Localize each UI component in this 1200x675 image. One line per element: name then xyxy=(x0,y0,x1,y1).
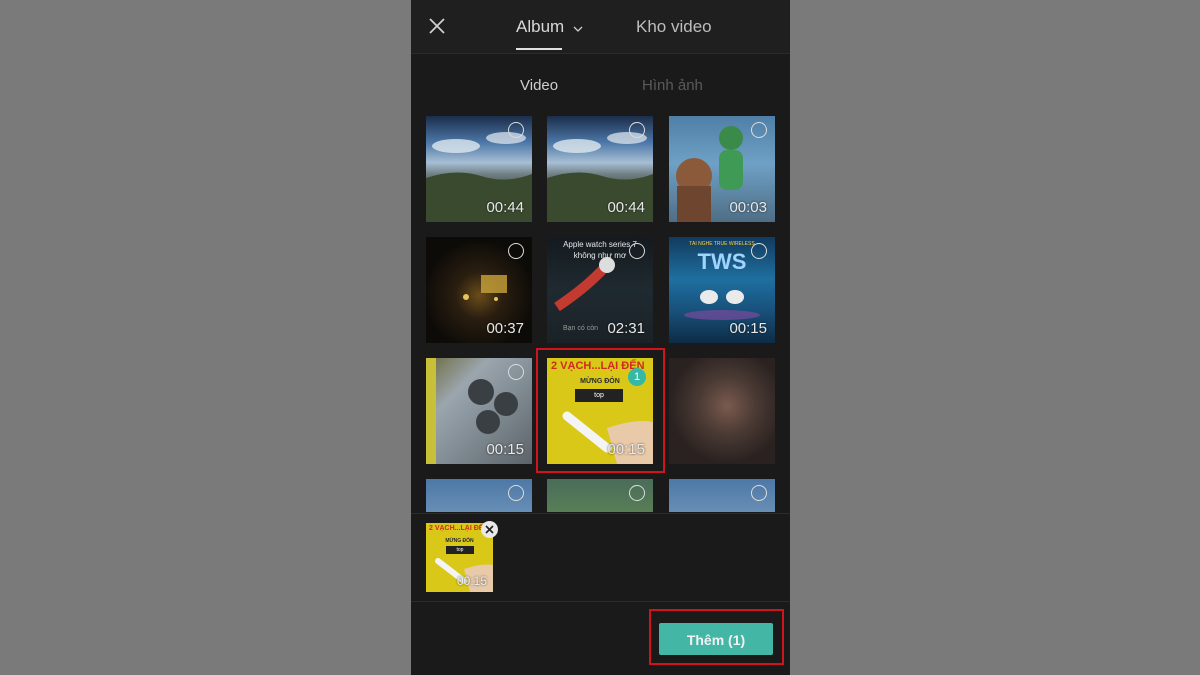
tray-remove-icon[interactable] xyxy=(481,521,498,538)
select-circle[interactable] xyxy=(508,485,524,501)
media-tile[interactable]: 00:44 xyxy=(547,116,653,222)
video-duration: 00:44 xyxy=(607,199,645,216)
video-duration: 00:15 xyxy=(486,441,524,458)
media-tile[interactable]: 00:03 xyxy=(669,116,775,222)
close-icon[interactable] xyxy=(427,16,447,36)
highlight-box-selected-tile xyxy=(536,348,665,473)
select-circle[interactable] xyxy=(629,485,645,501)
selected-media-tray: 2 VẠCH...LẠI ĐẾN MỪNG ĐÓN top 00:15 xyxy=(411,513,790,602)
video-duration: 02:31 xyxy=(607,320,645,337)
select-circle[interactable] xyxy=(508,364,524,380)
media-tile[interactable] xyxy=(547,479,653,512)
media-type-tabs: Video Hình ảnh xyxy=(411,53,790,113)
tab-album[interactable]: Album xyxy=(516,17,583,38)
select-circle[interactable] xyxy=(629,122,645,138)
media-tile[interactable] xyxy=(669,358,775,464)
select-circle[interactable] xyxy=(508,243,524,259)
tab-album-label: Album xyxy=(516,17,565,36)
video-duration: 00:44 xyxy=(486,199,524,216)
media-tile[interactable]: 00:15 xyxy=(426,358,532,464)
media-picker-screen: Album Kho video Video Hình ảnh 00:44 00:… xyxy=(411,0,790,675)
select-circle[interactable] xyxy=(751,485,767,501)
media-tile[interactable]: TAI NGHE TRUE WIRELESS TWS 00:15 xyxy=(669,237,775,343)
media-tile[interactable]: Apple watch series 7 không như mơ Bạn có… xyxy=(547,237,653,343)
select-circle[interactable] xyxy=(508,122,524,138)
chevron-down-icon xyxy=(573,18,583,38)
media-tile[interactable] xyxy=(426,479,532,512)
subtab-images[interactable]: Hình ảnh xyxy=(642,77,703,94)
media-tile[interactable]: 00:44 xyxy=(426,116,532,222)
tab-active-indicator xyxy=(516,48,562,50)
video-duration: 00:37 xyxy=(486,320,524,337)
select-circle[interactable] xyxy=(751,122,767,138)
select-circle[interactable] xyxy=(629,243,645,259)
media-tile[interactable]: 00:37 xyxy=(426,237,532,343)
video-duration: 00:15 xyxy=(729,320,767,337)
top-bar: Album Kho video xyxy=(411,0,790,54)
subtab-video[interactable]: Video xyxy=(520,77,558,94)
thumbnail-caption: Bạn có còn xyxy=(563,325,599,332)
video-duration: 00:03 xyxy=(729,199,767,216)
media-tile[interactable] xyxy=(669,479,775,512)
highlight-box-add-button xyxy=(649,609,784,665)
video-duration: 00:15 xyxy=(456,574,487,588)
tab-kho-video[interactable]: Kho video xyxy=(636,17,712,37)
select-circle[interactable] xyxy=(751,243,767,259)
